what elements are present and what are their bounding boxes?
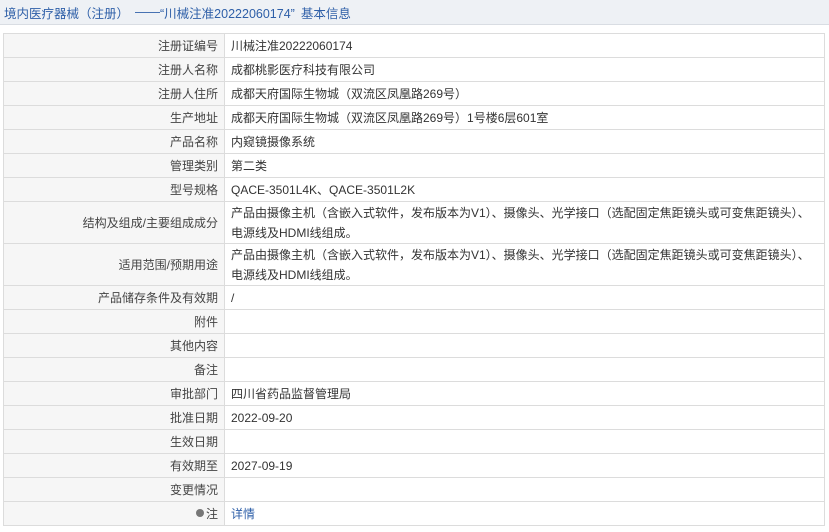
- row-value: 2027-09-19: [224, 453, 825, 478]
- note-bullet-icon: [195, 509, 204, 518]
- row-value: 川械注准20222060174: [224, 33, 825, 58]
- table-row: 有效期至 2027-09-19: [3, 453, 825, 478]
- row-label: 审批部门: [3, 381, 225, 406]
- note-row: 注 详情: [3, 501, 825, 526]
- table-row: 生产地址 成都天府国际生物城（双流区凤凰路269号）1号楼6层601室: [3, 105, 825, 130]
- title-suffix: 基本信息: [300, 6, 351, 21]
- title-prefix: 境内医疗器械（注册）: [4, 6, 130, 21]
- table-row: 产品储存条件及有效期 /: [3, 285, 825, 310]
- row-value: 成都天府国际生物城（双流区凤凰路269号）1号楼6层601室: [224, 105, 825, 130]
- row-value: 成都桃影医疗科技有限公司: [224, 57, 825, 82]
- row-label: 附件: [3, 309, 225, 334]
- row-value: 2022-09-20: [224, 405, 825, 430]
- title-record: “川械注准20222060174”: [160, 6, 295, 21]
- title-dash: ——: [135, 5, 161, 19]
- row-label: 注册人住所: [3, 81, 225, 106]
- table-row: 适用范围/预期用途 产品由摄像主机（含嵌入式软件，发布版本为V1）、摄像头、光学接…: [3, 243, 825, 286]
- row-label: 注册人名称: [3, 57, 225, 82]
- page-title-bar: 境内医疗器械（注册） —— “川械注准20222060174” 基本信息: [0, 0, 829, 25]
- note-label-cell: 注: [3, 501, 225, 526]
- row-label: 型号规格: [3, 177, 225, 202]
- row-label: 批准日期: [3, 405, 225, 430]
- note-value-cell: 详情: [224, 501, 825, 526]
- row-label: 注册证编号: [3, 33, 225, 58]
- row-value: [224, 477, 825, 502]
- table-row: 注册人名称 成都桃影医疗科技有限公司: [3, 57, 825, 82]
- row-label: 产品储存条件及有效期: [3, 285, 225, 310]
- row-value: [224, 309, 825, 334]
- row-value: 内窥镜摄像系统: [224, 129, 825, 154]
- table-row: 其他内容: [3, 333, 825, 358]
- details-link[interactable]: 详情: [231, 507, 255, 521]
- table-row: 备注: [3, 357, 825, 382]
- row-label: 产品名称: [3, 129, 225, 154]
- table-row: 附件: [3, 309, 825, 334]
- row-label: 备注: [3, 357, 225, 382]
- row-value: 第二类: [224, 153, 825, 178]
- table-row: 批准日期 2022-09-20: [3, 405, 825, 430]
- basic-info-table: 注册证编号 川械注准20222060174 注册人名称 成都桃影医疗科技有限公司 注…: [3, 33, 825, 526]
- row-value: QACE-3501L4K、QACE-3501L2K: [224, 177, 825, 202]
- row-value: 成都天府国际生物城（双流区凤凰路269号）: [224, 81, 825, 106]
- row-value: [224, 333, 825, 358]
- row-label: 变更情况: [3, 477, 225, 502]
- table-row: 型号规格 QACE-3501L4K、QACE-3501L2K: [3, 177, 825, 202]
- row-value: 产品由摄像主机（含嵌入式软件，发布版本为V1）、摄像头、光学接口（选配固定焦距镜…: [224, 201, 825, 244]
- table-row: 产品名称 内窥镜摄像系统: [3, 129, 825, 154]
- row-label: 管理类别: [3, 153, 225, 178]
- row-value: /: [224, 285, 825, 310]
- table-row: 变更情况: [3, 477, 825, 502]
- row-label: 结构及组成/主要组成成分: [3, 201, 225, 244]
- table-row: 注册人住所 成都天府国际生物城（双流区凤凰路269号）: [3, 81, 825, 106]
- row-label: 生产地址: [3, 105, 225, 130]
- table-row: 管理类别 第二类: [3, 153, 825, 178]
- table-row: 结构及组成/主要组成成分 产品由摄像主机（含嵌入式软件，发布版本为V1）、摄像头、…: [3, 201, 825, 244]
- row-label: 其他内容: [3, 333, 225, 358]
- table-row: 审批部门 四川省药品监督管理局: [3, 381, 825, 406]
- row-label: 生效日期: [3, 429, 225, 454]
- row-value: [224, 429, 825, 454]
- row-value: 四川省药品监督管理局: [224, 381, 825, 406]
- note-label: 注: [205, 506, 218, 521]
- table-row: 生效日期: [3, 429, 825, 454]
- row-label: 适用范围/预期用途: [3, 243, 225, 286]
- row-value: [224, 357, 825, 382]
- row-value: 产品由摄像主机（含嵌入式软件，发布版本为V1）、摄像头、光学接口（选配固定焦距镜…: [224, 243, 825, 286]
- row-label: 有效期至: [3, 453, 225, 478]
- table-row: 注册证编号 川械注准20222060174: [3, 33, 825, 58]
